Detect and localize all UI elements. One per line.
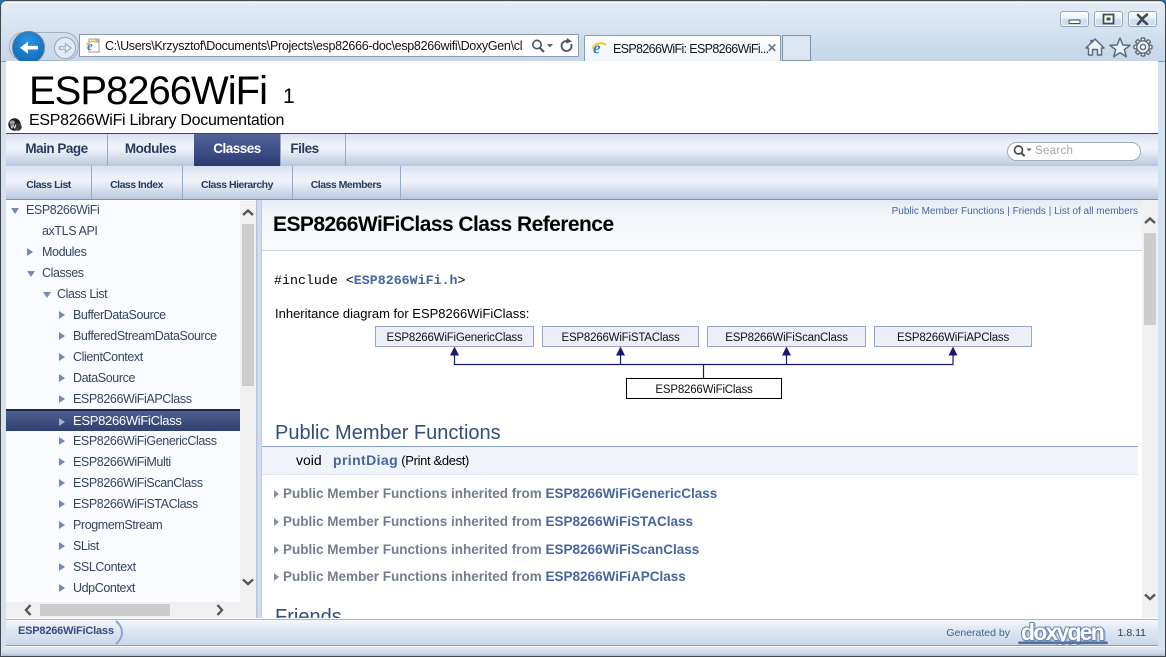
svg-text:e: e	[87, 38, 93, 53]
svg-text:w: w	[9, 122, 16, 131]
svg-text:e: e	[593, 39, 601, 57]
svg-text:doxygen: doxygen	[1021, 621, 1104, 645]
svg-text:ESP8266WiFiAPClass: ESP8266WiFiAPClass	[897, 332, 1010, 344]
svg-text:ESP8266WiFiSTAClass: ESP8266WiFiSTAClass	[561, 332, 680, 344]
svg-text:ESP8266WiFiScanClass: ESP8266WiFiScanClass	[725, 332, 848, 344]
svg-text:ESP8266WiFiGenericClass: ESP8266WiFiGenericClass	[386, 332, 522, 344]
svg-text:ESP8266WiFiClass: ESP8266WiFiClass	[655, 384, 753, 396]
